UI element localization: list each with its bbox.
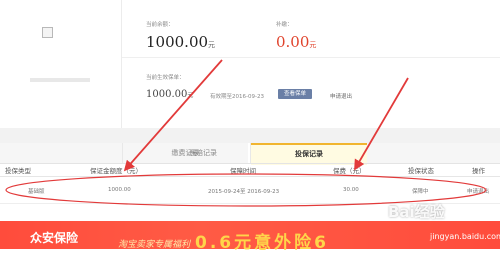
watermark-site: jingyan.baidu.com (430, 232, 500, 241)
banner-headline: 0.6元意外险6 (195, 233, 329, 253)
annotation-arrow-right (354, 77, 409, 171)
banner-logo: 众安保险 (30, 231, 79, 245)
banner-slogan: 淘宝卖家专属福利 (118, 240, 191, 250)
annotation-arrow-left (123, 59, 223, 172)
watermark-logo: Bai经验 (388, 203, 445, 221)
